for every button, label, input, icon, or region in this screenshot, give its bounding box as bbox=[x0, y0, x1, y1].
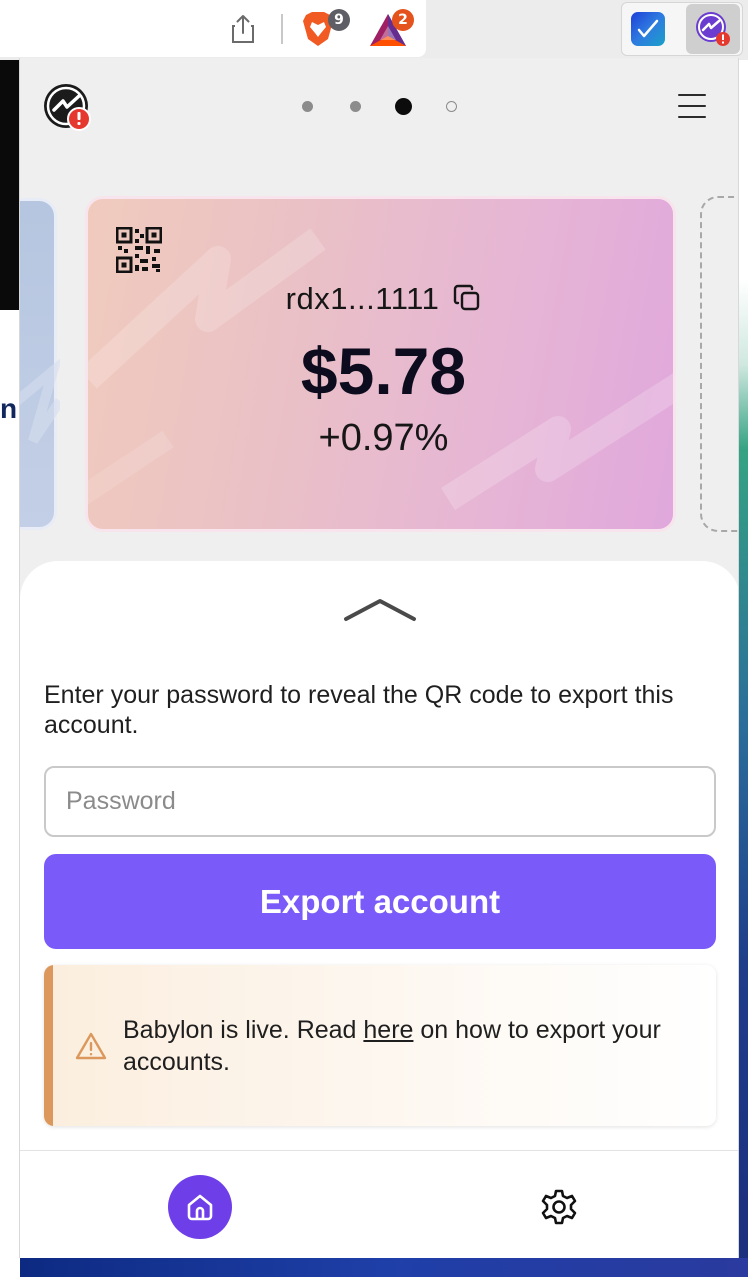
export-sheet: Enter your password to reveal the QR cod… bbox=[20, 561, 738, 1258]
toolbar-divider bbox=[281, 14, 283, 44]
wallet-logo[interactable] bbox=[42, 82, 94, 134]
account-pagination bbox=[298, 97, 468, 117]
export-account-button[interactable]: Export account bbox=[44, 854, 716, 949]
nav-divider bbox=[20, 1150, 738, 1151]
brave-rewards-button[interactable]: 2 bbox=[366, 8, 418, 50]
copy-icon[interactable] bbox=[453, 284, 481, 312]
notice-text: Babylon is live. Read here on how to exp… bbox=[123, 1014, 683, 1078]
account-address[interactable]: rdx1...1111 bbox=[286, 281, 440, 316]
chevron-up-icon[interactable] bbox=[342, 593, 418, 623]
wallet-logo-icon bbox=[44, 84, 91, 131]
balance-change: +0.97% bbox=[318, 417, 449, 459]
page-background-right bbox=[738, 60, 748, 1277]
home-icon[interactable] bbox=[168, 1175, 232, 1239]
settings-icon[interactable] bbox=[540, 1188, 578, 1226]
pagination-dot-2[interactable] bbox=[350, 101, 361, 112]
shields-count-badge: 9 bbox=[328, 9, 350, 31]
babylon-notice: Babylon is live. Read here on how to exp… bbox=[44, 965, 716, 1126]
notice-accent-bar bbox=[44, 965, 53, 1126]
card-decoration bbox=[20, 356, 65, 444]
account-card[interactable]: rdx1...1111 $5.78 +0.97% bbox=[85, 196, 676, 532]
pagination-dot-active[interactable] bbox=[395, 98, 412, 115]
add-account-card[interactable] bbox=[700, 196, 738, 532]
brave-shields-button[interactable]: 9 bbox=[300, 8, 350, 50]
pagination-dot-1[interactable] bbox=[302, 101, 313, 112]
page-partial-text: n bbox=[0, 393, 18, 424]
page-background-bottom bbox=[20, 1258, 748, 1277]
export-instructions: Enter your password to reveal the QR cod… bbox=[44, 681, 674, 739]
account-balance: $5.78 bbox=[300, 334, 467, 408]
check-extension-icon[interactable] bbox=[631, 12, 665, 46]
warning-icon bbox=[75, 1031, 107, 1061]
previous-account-card[interactable] bbox=[20, 198, 65, 530]
page-background bbox=[0, 60, 20, 310]
password-input[interactable] bbox=[44, 766, 716, 837]
rewards-count-badge: 2 bbox=[392, 9, 414, 31]
hamburger-menu-icon[interactable] bbox=[678, 94, 706, 118]
pagination-dot-add[interactable] bbox=[446, 101, 457, 112]
wallet-popup: rdx1...1111 $5.78 +0.97% Enter your pass… bbox=[19, 58, 739, 1258]
qr-code-icon[interactable] bbox=[115, 226, 163, 274]
notice-text-start: Babylon is live. Read bbox=[123, 1016, 364, 1044]
account-address-row: rdx1...1111 bbox=[88, 281, 673, 317]
radix-wallet-extension-icon bbox=[696, 12, 730, 46]
share-icon[interactable] bbox=[228, 13, 258, 45]
radix-wallet-extension-button[interactable] bbox=[686, 4, 740, 54]
address-bar-area bbox=[0, 0, 426, 57]
notice-here-link[interactable]: here bbox=[363, 1016, 413, 1044]
